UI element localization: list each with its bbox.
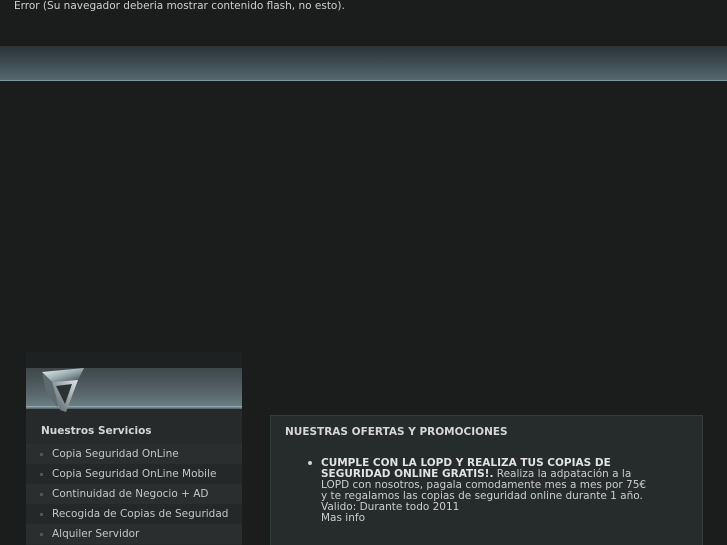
bullet-dot-icon [308,461,312,465]
menu-item-label: Copia Seguridad OnLine [52,448,179,460]
menu-item-continuidad-de-negocio[interactable]: Continuidad de Negocio + AD [26,484,242,504]
offers-panel: NUESTRAS OFERTAS Y PROMOCIONES CUMPLE CO… [270,415,703,545]
offers-title: NUESTRAS OFERTAS Y PROMOCIONES [285,426,508,438]
menu-item-copia-seguridad-online[interactable]: Copia Seguridad OnLine [26,444,242,464]
services-sidebar: Nuestros Servicios Copia Seguridad OnLin… [26,352,242,545]
menu-item-recogida-de-copias[interactable]: Recogida de Copias de Seguridad [26,504,242,524]
menu-bullet-icon [40,513,43,516]
flash-error-message: Error (Su navegador deberia mostrar cont… [14,0,345,12]
menu-item-alquiler-servidor[interactable]: Alquiler Servidor [26,524,242,544]
menu-item-label: Recogida de Copias de Seguridad [52,508,229,520]
sidebar-title: Nuestros Servicios [41,425,152,437]
menu-bullet-icon [40,533,43,536]
offer-more-info-link[interactable]: Mas info [321,512,365,524]
chrome-shield-logo-icon [42,368,84,412]
menu-bullet-icon [40,453,43,456]
menu-bullet-icon [40,473,43,476]
services-menu: Copia Seguridad OnLine Copia Seguridad O… [26,444,242,544]
header-band [0,46,727,81]
menu-item-label: Alquiler Servidor [52,528,140,540]
menu-item-label: Copia Seguridad OnLine Mobile [52,468,217,480]
menu-bullet-icon [40,493,43,496]
menu-item-label: Continuidad de Negocio + AD [52,488,209,500]
menu-item-copia-seguridad-online-mobile[interactable]: Copia Seguridad OnLine Mobile [26,464,242,484]
offer-item: CUMPLE CON LA LOPD Y REALIZA TUS COPIAS … [308,458,651,524]
page: Error (Su navegador deberia mostrar cont… [0,0,727,545]
